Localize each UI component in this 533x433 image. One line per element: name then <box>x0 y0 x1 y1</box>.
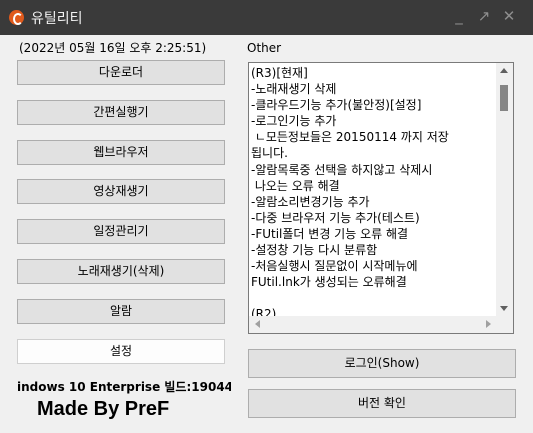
title-bar: 유틸리티 _ ↗ ✕ <box>0 0 533 35</box>
video-player-button[interactable]: 영상재생기 <box>17 179 225 204</box>
music-player-button[interactable]: 노래재생기(삭제) <box>17 259 225 284</box>
settings-button[interactable]: 설정 <box>17 339 225 364</box>
datetime-label: (2022년 05월 16일 오후 2:25:51) <box>17 41 209 55</box>
alarm-button[interactable]: 알람 <box>17 299 225 324</box>
scroll-right-icon[interactable] <box>486 320 491 328</box>
version-check-button[interactable]: 버전 확인 <box>248 389 516 418</box>
minimize-button[interactable]: _ <box>449 6 469 26</box>
login-button[interactable]: 로그인(Show) <box>248 349 516 378</box>
schedule-manager-button[interactable]: 일정관리기 <box>17 219 225 244</box>
changelog-text: (R3)[현재] -노래재생기 삭제 -클라우드기능 추가(불안정)[설정] -… <box>251 66 449 317</box>
downloader-button[interactable]: 다운로더 <box>17 60 225 85</box>
scroll-left-icon[interactable] <box>255 320 260 328</box>
made-by-label: Made By PreF <box>37 398 170 420</box>
scroll-thumb[interactable] <box>500 85 508 111</box>
app-logo-icon <box>9 10 24 25</box>
other-group-label: Other <box>245 41 284 55</box>
vertical-scrollbar[interactable] <box>496 63 513 316</box>
horizontal-scrollbar[interactable] <box>249 316 497 333</box>
os-info-label: indows 10 Enterprise 빌드:19044 <box>17 380 231 394</box>
changelog-textbox[interactable]: (R3)[현재] -노래재생기 삭제 -클라우드기능 추가(불안정)[설정] -… <box>248 62 514 334</box>
quick-launcher-button[interactable]: 간편실행기 <box>17 100 225 125</box>
close-button[interactable]: ✕ <box>499 6 519 26</box>
maximize-button[interactable]: ↗ <box>474 6 494 26</box>
scroll-up-icon[interactable] <box>500 68 508 73</box>
web-browser-button[interactable]: 웹브라우저 <box>17 140 225 165</box>
scrollbar-corner <box>496 316 513 333</box>
scroll-down-icon[interactable] <box>500 306 508 311</box>
window-title: 유틸리티 <box>31 11 83 27</box>
